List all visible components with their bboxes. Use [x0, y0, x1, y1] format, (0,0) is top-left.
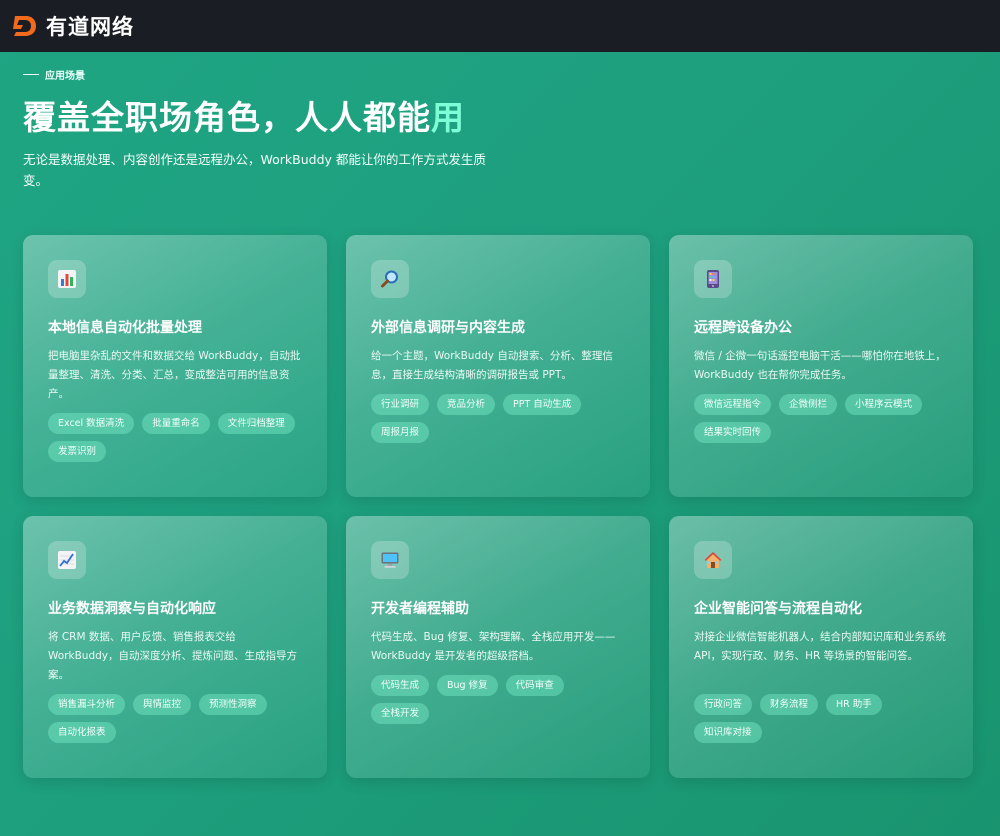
- tag-miniprogram-cloud: 小程序云模式: [845, 394, 923, 415]
- tag-automated-report: 自动化报表: [48, 722, 116, 743]
- headline-main: 覆盖全职场角色，人人都能: [23, 98, 431, 137]
- tag-knowledge-base: 知识库对接: [694, 722, 762, 743]
- tag-weekly-monthly-report: 周报月报: [371, 422, 430, 443]
- tag-list: 微信远程指令 企微侧栏 小程序云模式 结果实时回传: [694, 394, 948, 443]
- tag-hr-assistant: HR 助手: [826, 694, 882, 715]
- tag-ppt-generation: PPT 自动生成: [503, 394, 582, 415]
- section-eyebrow: 应用场景: [23, 67, 543, 82]
- tag-sentiment-monitoring: 舆情监控: [133, 694, 192, 715]
- tag-competitor-analysis: 竞品分析: [437, 394, 496, 415]
- page-headline: 覆盖全职场角色，人人都能用: [23, 98, 543, 138]
- scenario-card-local-batch[interactable]: 本地信息自动化批量处理 把电脑里杂乱的文件和数据交给 WorkBuddy，自动批…: [23, 235, 327, 497]
- tag-finance-process: 财务流程: [760, 694, 819, 715]
- card-title: 本地信息自动化批量处理: [48, 320, 202, 336]
- tag-predictive-insight: 预测性洞察: [199, 694, 267, 715]
- tag-file-archive: 文件归档整理: [217, 413, 295, 434]
- scenario-card-remote-office[interactable]: 远程跨设备办公 微信 / 企微一句话遥控电脑干活——哪怕你在地铁上，WorkBu…: [669, 235, 973, 497]
- scenario-card-developer[interactable]: 开发者编程辅助 代码生成、Bug 修复、架构理解、全栈应用开发——WorkBud…: [346, 516, 650, 778]
- card-description: 对接企业微信智能机器人，结合内部知识库和业务系统 API，实现行政、财务、HR …: [694, 631, 946, 662]
- tag-batch-rename: 批量重命名: [142, 413, 210, 434]
- card-title: 企业智能问答与流程自动化: [694, 601, 862, 617]
- magnifier-icon: [371, 260, 409, 298]
- tag-list: 行政问答 财务流程 HR 助手 知识库对接: [694, 694, 948, 743]
- bar-chart-icon: [48, 260, 86, 298]
- tag-bug-fix: Bug 修复: [437, 675, 498, 696]
- card-description: 代码生成、Bug 修复、架构理解、全栈应用开发——WorkBuddy 是开发者的…: [371, 631, 616, 662]
- house-icon: [694, 541, 732, 579]
- brand-name[interactable]: 有道网络: [46, 11, 134, 41]
- page-subtitle: 无论是数据处理、内容创作还是远程办公，WorkBuddy 都能让你的工作方式发生…: [23, 152, 486, 188]
- tag-code-review: 代码审查: [505, 675, 564, 696]
- tag-wechat-remote-command: 微信远程指令: [694, 394, 772, 415]
- tag-wecom-sidebar: 企微侧栏: [779, 394, 838, 415]
- tag-invoice-recognition: 发票识别: [48, 441, 107, 462]
- trend-chart-icon: [48, 541, 86, 579]
- top-navigation-bar: 有道网络: [0, 0, 1000, 52]
- monitor-icon: [371, 541, 409, 579]
- card-description: 将 CRM 数据、用户反馈、销售报表交给 WorkBuddy，自动深度分析、提炼…: [48, 631, 297, 681]
- tag-industry-research: 行业调研: [371, 394, 430, 415]
- card-title: 外部信息调研与内容生成: [371, 320, 525, 336]
- tag-list: Excel 数据清洗 批量重命名 文件归档整理 发票识别: [48, 413, 302, 462]
- tag-list: 销售漏斗分析 舆情监控 预测性洞察 自动化报表: [48, 694, 302, 743]
- card-description: 微信 / 企微一句话遥控电脑干活——哪怕你在地铁上，WorkBuddy 也在帮你…: [694, 350, 946, 381]
- hero-section: 应用场景 覆盖全职场角色，人人都能用 无论是数据处理、内容创作还是远程办公，Wo…: [23, 67, 543, 191]
- tag-code-generation: 代码生成: [371, 675, 430, 696]
- mobile-phone-icon: [694, 260, 732, 298]
- card-title: 远程跨设备办公: [694, 320, 792, 336]
- tag-sales-funnel: 销售漏斗分析: [48, 694, 126, 715]
- eyebrow-line: [23, 74, 39, 75]
- tag-fullstack-dev: 全栈开发: [371, 703, 430, 724]
- tag-admin-qa: 行政问答: [694, 694, 753, 715]
- scenario-card-enterprise-qa[interactable]: 企业智能问答与流程自动化 对接企业微信智能机器人，结合内部知识库和业务系统 AP…: [669, 516, 973, 778]
- card-title: 开发者编程辅助: [371, 601, 469, 617]
- scenario-card-business-insight[interactable]: 业务数据洞察与自动化响应 将 CRM 数据、用户反馈、销售报表交给 WorkBu…: [23, 516, 327, 778]
- d-logo-icon[interactable]: [12, 13, 38, 39]
- tag-excel-cleaning: Excel 数据清洗: [48, 413, 135, 434]
- scenario-card-research[interactable]: 外部信息调研与内容生成 给一个主题，WorkBuddy 自动搜索、分析、整理信息…: [346, 235, 650, 497]
- card-description: 把电脑里杂乱的文件和数据交给 WorkBuddy，自动批量整理、清洗、分类、汇总…: [48, 350, 301, 400]
- eyebrow-label: 应用场景: [45, 71, 85, 82]
- headline-accent: 用: [431, 98, 465, 137]
- tag-realtime-result: 结果实时回传: [694, 422, 772, 443]
- card-description: 给一个主题，WorkBuddy 自动搜索、分析、整理信息，直接生成结构清晰的调研…: [371, 350, 613, 381]
- tag-list: 代码生成 Bug 修复 代码审查 全栈开发: [371, 675, 625, 724]
- card-title: 业务数据洞察与自动化响应: [48, 601, 216, 617]
- tag-list: 行业调研 竞品分析 PPT 自动生成 周报月报: [371, 394, 625, 443]
